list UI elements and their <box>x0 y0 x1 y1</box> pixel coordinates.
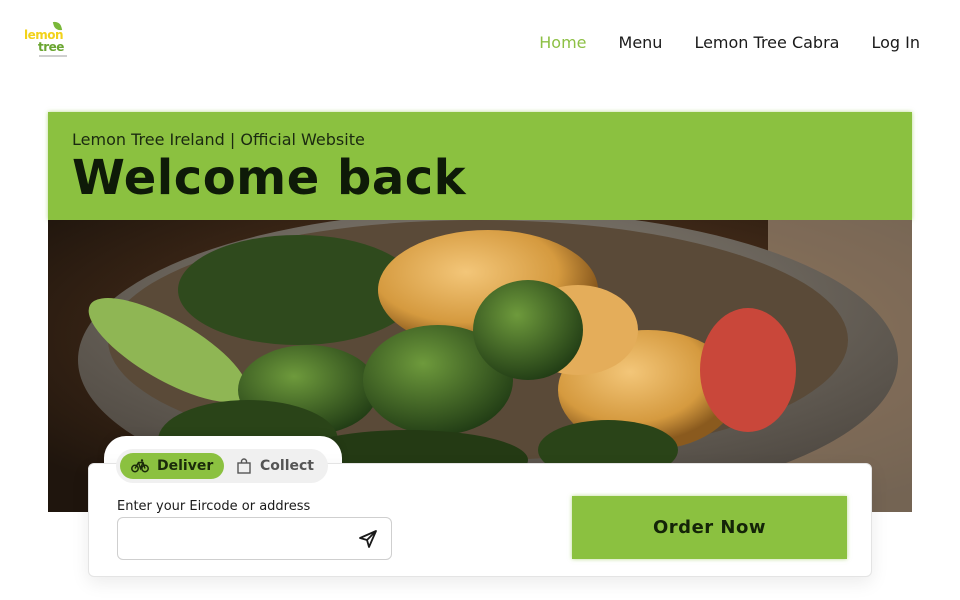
shopping-bag-icon <box>237 458 251 474</box>
bicycle-icon <box>131 459 149 473</box>
lemon-tree-logo[interactable]: lemon tree <box>22 20 74 62</box>
order-now-button[interactable]: Order Now <box>572 496 847 559</box>
address-label: Enter your Eircode or address <box>117 499 311 514</box>
hero-banner: Lemon Tree Ireland | Official Website We… <box>48 112 912 220</box>
deliver-option[interactable]: Deliver <box>120 453 224 479</box>
address-input[interactable] <box>117 517 392 560</box>
logo-tagline <box>39 55 67 57</box>
location-arrow-icon[interactable] <box>356 527 380 551</box>
nav-item-home[interactable]: Home <box>539 33 586 53</box>
nav-item-menu[interactable]: Menu <box>619 33 663 53</box>
hero-title: Welcome back <box>72 150 467 206</box>
logo-text-bottom: tree <box>38 40 64 54</box>
collect-option[interactable]: Collect <box>232 453 324 479</box>
site-header: lemon tree Home Menu Lemon Tree Cabra Lo… <box>0 0 960 86</box>
main-nav: Home Menu Lemon Tree Cabra Log In <box>539 33 920 53</box>
hero-subtitle: Lemon Tree Ireland | Official Website <box>72 130 365 149</box>
deliver-label: Deliver <box>157 458 214 474</box>
order-mode-toggle: Deliver Collect <box>116 449 328 483</box>
collect-label: Collect <box>260 458 314 474</box>
nav-item-lemon-tree-cabra[interactable]: Lemon Tree Cabra <box>694 33 839 53</box>
nav-item-log-in[interactable]: Log In <box>871 33 920 53</box>
